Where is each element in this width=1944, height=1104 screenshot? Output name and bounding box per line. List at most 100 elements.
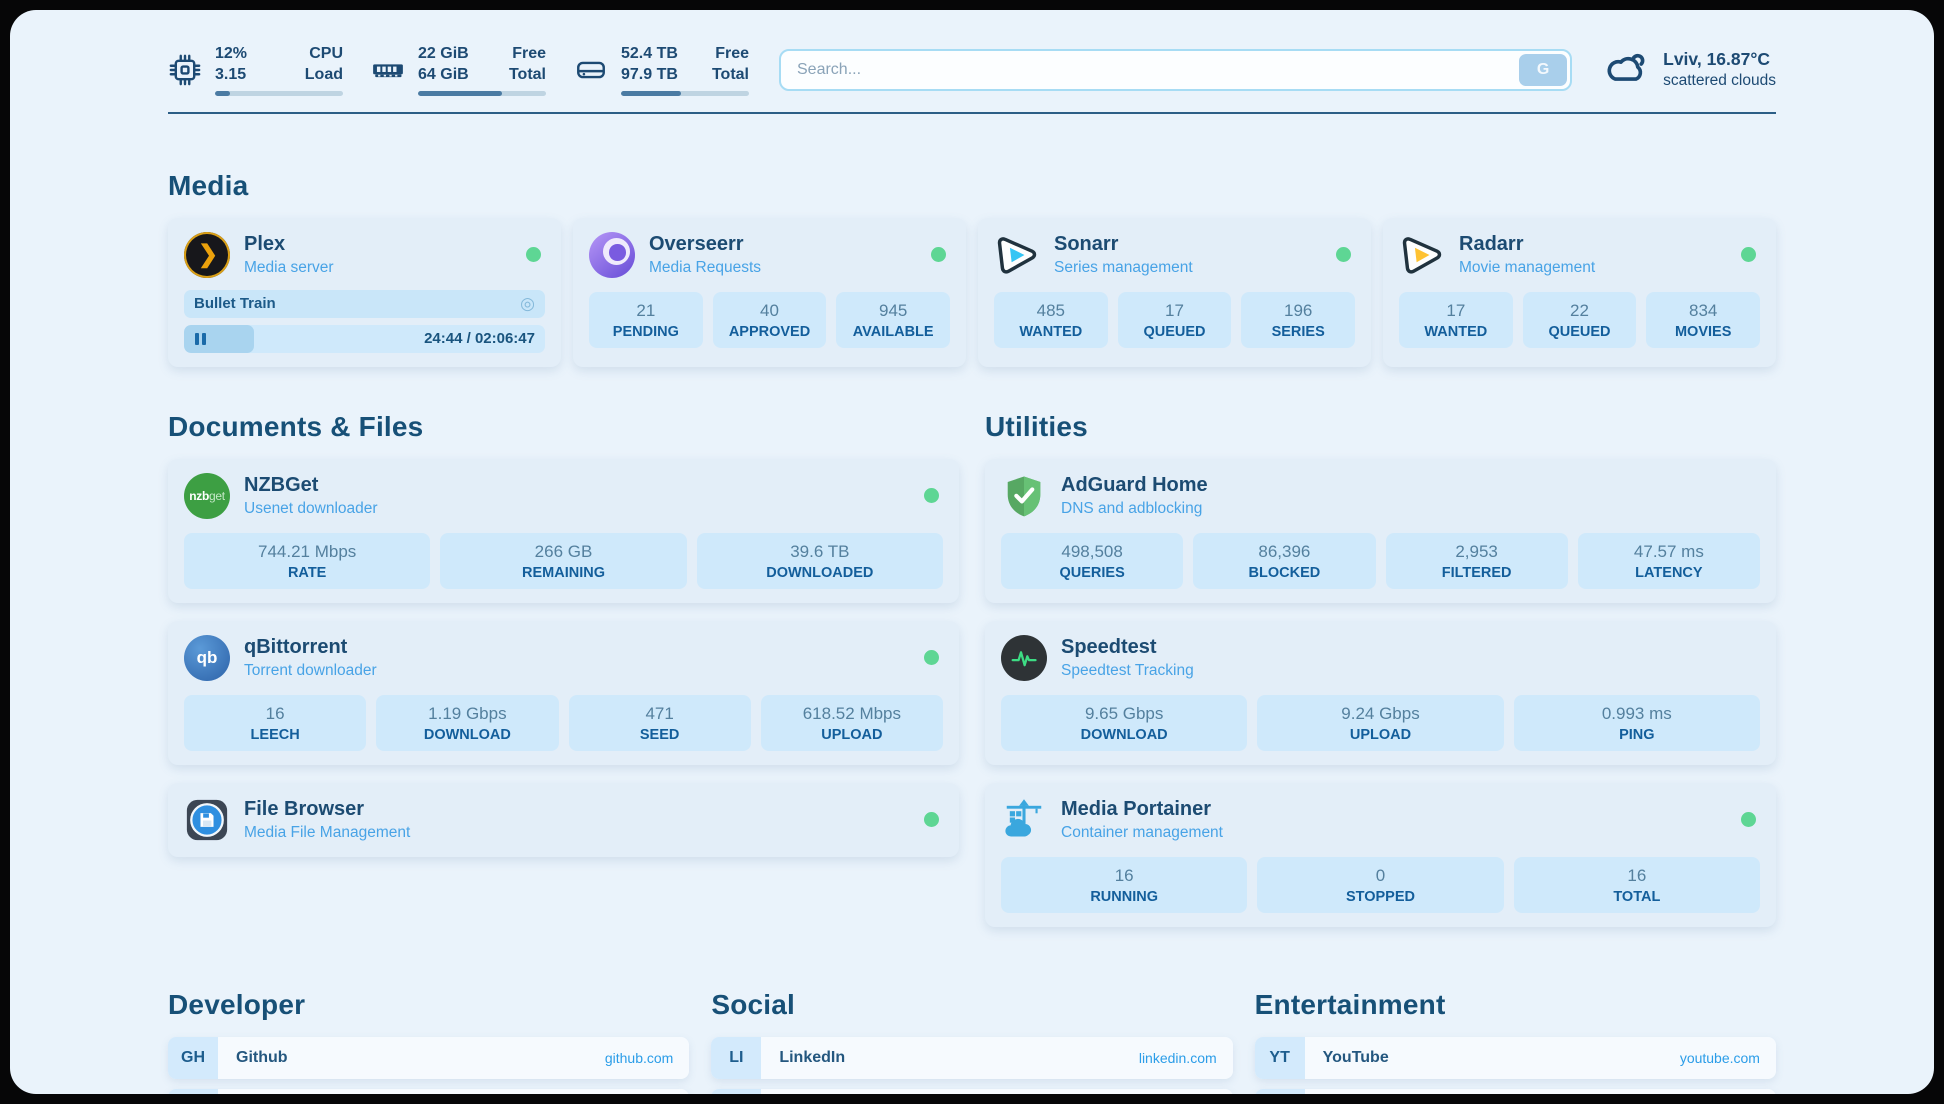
app-description: Media Requests <box>649 259 761 277</box>
section-title-documents: Documents & Files <box>168 411 959 443</box>
stat-box-blocked: 86,396 BLOCKED <box>1193 533 1375 589</box>
bookmark-stackoverflow[interactable]: SO StackOverflow stackoverflow.com <box>168 1089 689 1094</box>
dashboard-panel: 12% 3.15 CPU Load <box>10 10 1934 1094</box>
app-card-portainer: Media Portainer Container management 16 … <box>985 783 1776 927</box>
app-description: Usenet downloader <box>244 500 378 518</box>
section-entertainment: Entertainment YT YouTube youtube.com NF … <box>1255 989 1776 1094</box>
app-link-speedtest[interactable]: Speedtest Speedtest Tracking <box>1001 635 1760 681</box>
app-description: Series management <box>1054 259 1193 277</box>
now-playing-row: Bullet Train ◎ <box>184 290 545 318</box>
cpu-load-percent: 12% <box>215 44 247 65</box>
section-developer: Developer GH Github github.com SO StackO… <box>168 989 689 1094</box>
stat-box-queries: 498,508 QUERIES <box>1001 533 1183 589</box>
search-input[interactable] <box>779 49 1572 91</box>
app-title: qBittorrent <box>244 636 377 659</box>
bookmark-abbr: YT <box>1255 1037 1305 1079</box>
stat-box-total: 16 TOTAL <box>1514 857 1760 913</box>
sonarr-icon <box>994 232 1040 278</box>
app-link-sonarr[interactable]: Sonarr Series management <box>994 232 1355 278</box>
app-link-adguard[interactable]: AdGuard Home DNS and adblocking <box>1001 473 1760 519</box>
app-card-sonarr: Sonarr Series management 485 WANTED 17 <box>978 218 1371 367</box>
app-link-plex[interactable]: ❯ Plex Media server <box>184 232 545 278</box>
app-title: Radarr <box>1459 233 1595 256</box>
status-online-dot <box>1336 247 1351 262</box>
pause-icon <box>195 333 206 345</box>
section-title-media: Media <box>168 170 1776 202</box>
section-documents-files: Documents & Files nzbget NZBGet Usenet d… <box>168 411 959 927</box>
app-title: Speedtest <box>1061 636 1194 659</box>
media-type-icon: ◎ <box>520 295 535 312</box>
weather-widget: Lviv, 16.87°C scattered clouds <box>1602 49 1776 90</box>
plex-icon: ❯ <box>184 232 230 278</box>
qbittorrent-icon: qb <box>184 635 230 681</box>
disk-label-2: Total <box>712 65 749 86</box>
header-divider <box>168 112 1776 114</box>
now-playing-title: Bullet Train <box>194 295 276 312</box>
stat-box-queued: 17 QUEUED <box>1118 292 1232 348</box>
cpu-progress-bar <box>215 91 343 96</box>
app-title: NZBGet <box>244 474 378 497</box>
section-title-utilities: Utilities <box>985 411 1776 443</box>
bookmark-name: YouTube <box>1323 1049 1389 1067</box>
ram-free-value: 22 GiB <box>418 44 469 65</box>
bookmark-twitter[interactable]: TW Twitter twitter.com <box>711 1089 1232 1094</box>
app-card-filebrowser: File Browser Media File Management <box>168 783 959 857</box>
bookmark-abbr: SO <box>168 1089 218 1094</box>
disk-free-value: 52.4 TB <box>621 44 678 65</box>
portainer-icon <box>1001 797 1047 843</box>
stat-box-ping: 0.993 ms PING <box>1514 695 1760 751</box>
stat-box-rate: 744.21 Mbps RATE <box>184 533 430 589</box>
stat-box-filtered: 2,953 FILTERED <box>1386 533 1568 589</box>
cpu-icon <box>168 53 202 87</box>
playback-time: 24:44 / 02:06:47 <box>424 330 535 347</box>
stat-box-running: 16 RUNNING <box>1001 857 1247 913</box>
section-utilities: Utilities <box>985 411 1776 927</box>
bookmark-name: LinkedIn <box>779 1049 845 1067</box>
weather-location-temperature: Lviv, 16.87°C <box>1663 49 1776 70</box>
disk-icon <box>574 53 608 87</box>
search-provider-button[interactable]: G <box>1519 54 1567 86</box>
app-card-speedtest: Speedtest Speedtest Tracking 9.65 Gbps D… <box>985 621 1776 765</box>
cpu-load-value: 3.15 <box>215 65 247 86</box>
bookmark-github[interactable]: GH Github github.com <box>168 1037 689 1079</box>
app-title: Sonarr <box>1054 233 1193 256</box>
app-description: Torrent downloader <box>244 662 377 680</box>
app-title: Media Portainer <box>1061 798 1223 821</box>
bookmark-domain: youtube.com <box>1680 1050 1760 1066</box>
stat-box-approved: 40 APPROVED <box>713 292 827 348</box>
top-bar: 12% 3.15 CPU Load <box>10 10 1934 96</box>
stat-box-wanted: 17 WANTED <box>1399 292 1513 348</box>
app-description: Container management <box>1061 824 1223 842</box>
app-link-qbittorrent[interactable]: qb qBittorrent Torrent downloader <box>184 635 943 681</box>
app-link-radarr[interactable]: Radarr Movie management <box>1399 232 1760 278</box>
bookmark-abbr: TW <box>711 1089 761 1094</box>
bookmark-youtube[interactable]: YT YouTube youtube.com <box>1255 1037 1776 1079</box>
stat-box-available: 945 AVAILABLE <box>836 292 950 348</box>
ram-icon <box>371 53 405 87</box>
system-stats: 12% 3.15 CPU Load <box>168 44 749 96</box>
cpu-stat: 12% 3.15 CPU Load <box>168 44 343 96</box>
app-card-qbittorrent: qb qBittorrent Torrent downloader 16 <box>168 621 959 765</box>
app-description: DNS and adblocking <box>1061 500 1208 518</box>
bookmark-domain: github.com <box>605 1050 673 1066</box>
app-link-filebrowser[interactable]: File Browser Media File Management <box>184 797 943 843</box>
app-card-radarr: Radarr Movie management 17 WANTED 22 <box>1383 218 1776 367</box>
status-online-dot <box>924 812 939 827</box>
bookmark-netflix[interactable]: NF Netflix netflix.com <box>1255 1089 1776 1094</box>
app-card-overseerr: Overseerr Media Requests 21 PENDING 40 <box>573 218 966 367</box>
ram-total-value: 64 GiB <box>418 65 469 86</box>
app-description: Media File Management <box>244 824 410 842</box>
disk-progress-bar <box>621 91 749 96</box>
app-link-overseerr[interactable]: Overseerr Media Requests <box>589 232 950 278</box>
section-social: Social LI LinkedIn linkedin.com TW Twitt… <box>711 989 1232 1094</box>
bookmark-linkedin[interactable]: LI LinkedIn linkedin.com <box>711 1037 1232 1079</box>
app-card-plex: ❯ Plex Media server Bullet Train ◎ <box>168 218 561 367</box>
app-link-portainer[interactable]: Media Portainer Container management <box>1001 797 1760 843</box>
disk-total-value: 97.9 TB <box>621 65 678 86</box>
stat-box-latency: 47.57 ms LATENCY <box>1578 533 1760 589</box>
app-link-nzbget[interactable]: nzbget NZBGet Usenet downloader <box>184 473 943 519</box>
bookmark-abbr: LI <box>711 1037 761 1079</box>
section-title-social: Social <box>711 989 1232 1021</box>
nzbget-icon: nzbget <box>184 473 230 519</box>
bookmark-abbr: NF <box>1255 1089 1305 1094</box>
